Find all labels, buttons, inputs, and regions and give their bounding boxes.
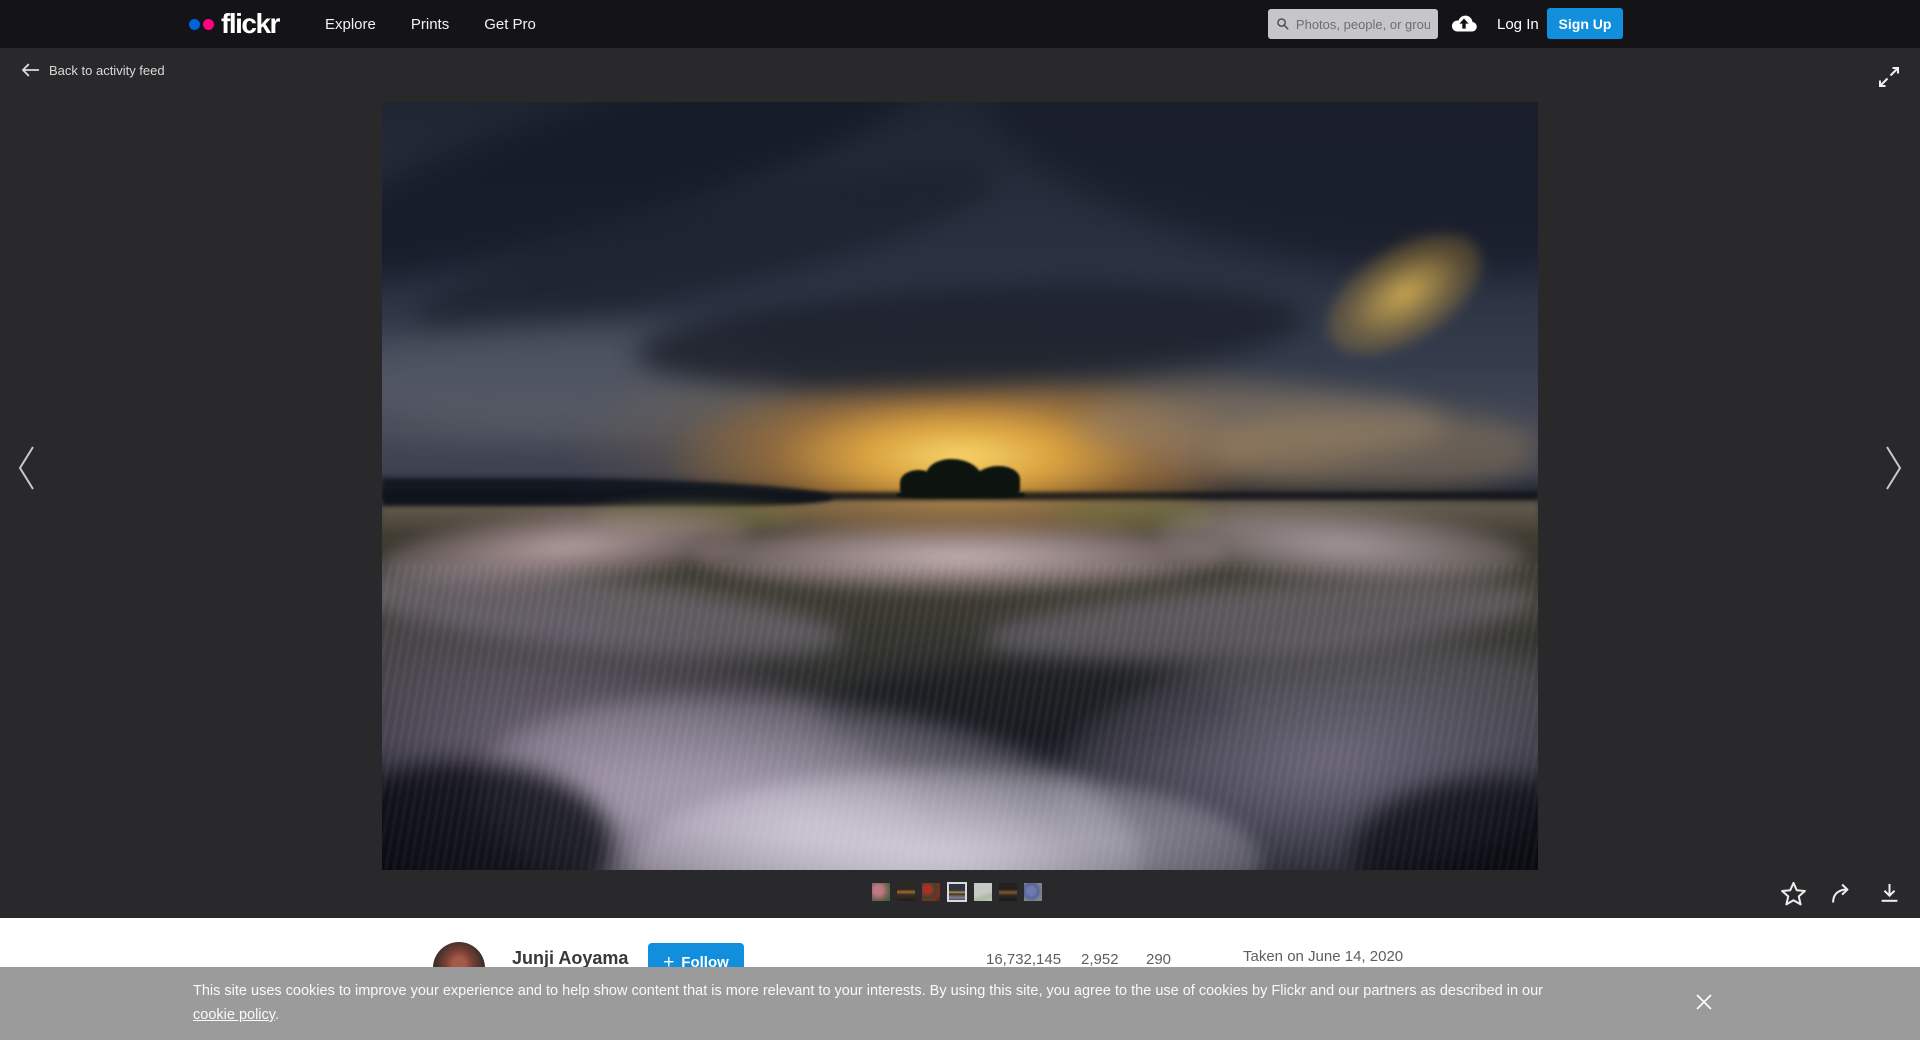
cookie-message-text: This site uses cookies to improve your e… <box>193 983 1543 999</box>
log-in-link[interactable]: Log In <box>1497 0 1539 48</box>
share-icon[interactable] <box>1828 880 1855 907</box>
main-nav: Explore Prints Get Pro <box>325 0 536 48</box>
cookie-policy-link[interactable]: cookie policy <box>193 1007 275 1023</box>
download-icon[interactable] <box>1876 880 1903 907</box>
flickr-logo[interactable]: flickr <box>189 0 279 48</box>
flickr-logo-blue-dot <box>189 19 200 30</box>
thumbnail-pink-flowers[interactable] <box>872 883 890 901</box>
cookie-banner: This site uses cookies to improve your e… <box>0 967 1920 1040</box>
taken-date: Taken on June 14, 2020 <box>1243 948 1403 965</box>
favorite-star-icon[interactable] <box>1780 880 1807 907</box>
thumbnail-red-flowers[interactable] <box>922 883 940 901</box>
close-icon[interactable] <box>1692 991 1716 1015</box>
previous-photo-arrow[interactable] <box>14 442 40 494</box>
flickr-logo-text: flickr <box>221 8 279 40</box>
thumbnail-pale-scene[interactable] <box>974 883 992 901</box>
owner-name[interactable]: Junji Aoyama <box>512 948 628 969</box>
nav-get-pro[interactable]: Get Pro <box>484 16 536 33</box>
stat-faves: 2,952 <box>1081 951 1119 968</box>
sign-up-button[interactable]: Sign Up <box>1547 8 1623 39</box>
photo-action-bar <box>1780 880 1903 907</box>
photo-viewer: Back to activity feed <box>0 48 1920 918</box>
back-arrow-icon <box>20 62 40 78</box>
cookie-message: This site uses cookies to improve your e… <box>193 979 1663 1027</box>
photo-stormy-seascape[interactable] <box>382 102 1538 870</box>
search-box[interactable] <box>1268 9 1438 39</box>
nav-prints[interactable]: Prints <box>411 16 449 33</box>
back-link-label: Back to activity feed <box>49 63 165 78</box>
fullscreen-expand-icon[interactable] <box>1876 64 1904 92</box>
search-icon <box>1276 16 1290 32</box>
back-to-activity-feed-link[interactable]: Back to activity feed <box>20 62 165 78</box>
stat-comments: 290 <box>1146 951 1171 968</box>
thumbnail-sea-sunset[interactable] <box>999 883 1017 901</box>
thumbnail-blue-flowers[interactable] <box>1024 883 1042 901</box>
stat-views: 16,732,145 <box>986 951 1061 968</box>
nav-explore[interactable]: Explore <box>325 16 376 33</box>
upload-cloud-icon[interactable] <box>1449 10 1481 38</box>
top-navbar: flickr Explore Prints Get Pro Log In Sig… <box>0 0 1920 48</box>
thumbnail-strip <box>872 878 1042 906</box>
thumbnail-dark-sunset[interactable] <box>897 883 915 901</box>
next-photo-arrow[interactable] <box>1880 442 1906 494</box>
search-input[interactable] <box>1296 17 1430 32</box>
flickr-logo-pink-dot <box>203 19 214 30</box>
thumbnail-current-seascape[interactable] <box>947 882 967 902</box>
cookie-message-period: . <box>275 1007 279 1023</box>
